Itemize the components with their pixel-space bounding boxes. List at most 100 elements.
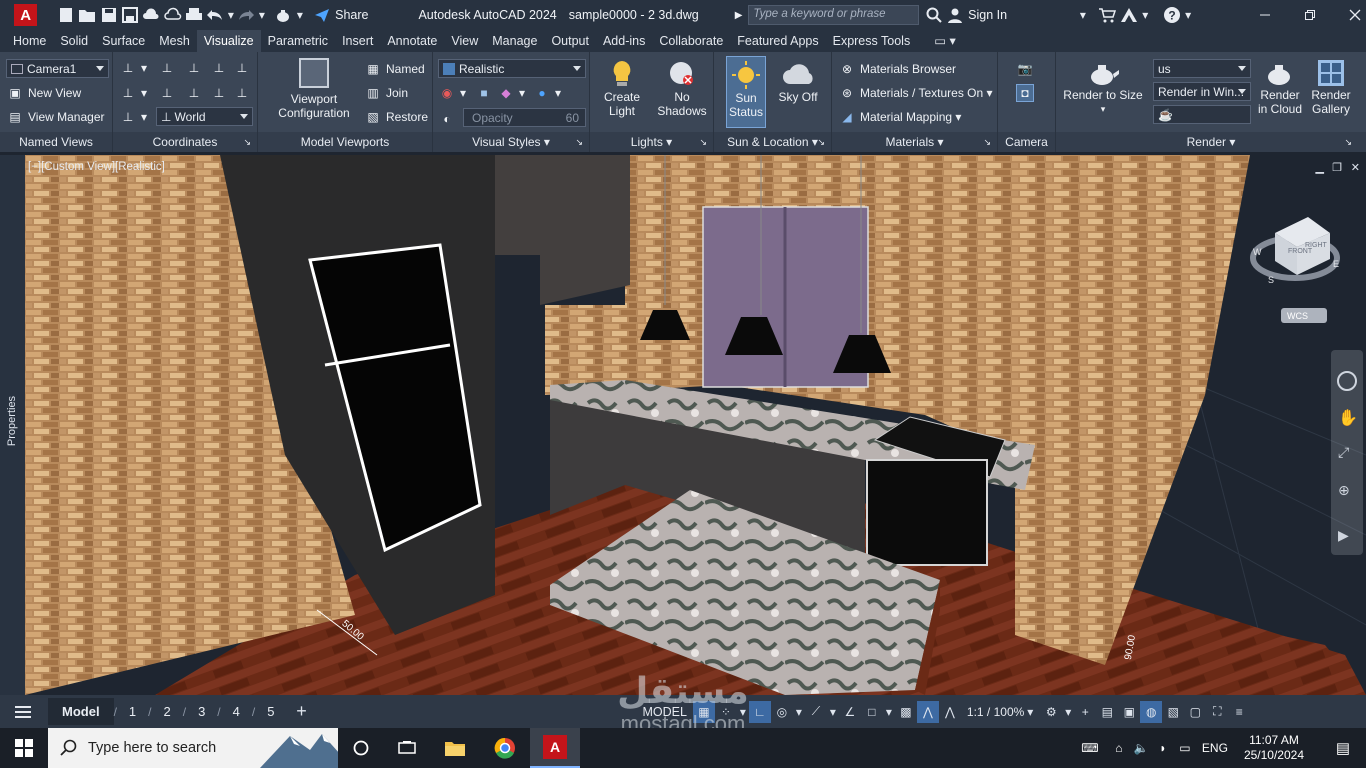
new-view-button[interactable]: ▣ New View: [6, 84, 81, 102]
visual-styles-launcher-icon[interactable]: ↘: [575, 132, 583, 152]
scale-dropdown-icon[interactable]: ▾: [1024, 701, 1036, 723]
named-viewports-button[interactable]: ▦ Named: [364, 60, 424, 78]
undo-dropdown-icon[interactable]: ▾: [226, 4, 236, 26]
cloud-open-icon[interactable]: [141, 4, 162, 26]
ucs-object-button[interactable]: ⊥: [185, 84, 207, 102]
autocad-taskbar-icon[interactable]: A: [530, 728, 580, 768]
tab-add-ins[interactable]: Add-ins: [596, 30, 652, 52]
tab-annotate[interactable]: Annotate: [380, 30, 444, 52]
taskbar-search-box[interactable]: Type here to search: [48, 728, 338, 768]
tab-output[interactable]: Output: [544, 30, 596, 52]
ucs-zaxis-button[interactable]: ⊥: [233, 84, 255, 102]
viewport-restore-icon[interactable]: ❐: [1332, 161, 1342, 174]
shadows-button[interactable]: ■: [475, 84, 497, 102]
materials-textures-button[interactable]: ⊛ Materials / Textures On ▾: [838, 84, 993, 102]
properties-palette-strip[interactable]: Properties: [0, 155, 25, 695]
sun-launcher-icon[interactable]: ↘: [817, 132, 825, 152]
sign-in-button[interactable]: Sign In: [968, 8, 1007, 22]
render-environment-field[interactable]: ☕: [1153, 105, 1251, 124]
restore-viewports-button[interactable]: ▧ Restore: [364, 108, 428, 126]
visual-style-select[interactable]: Realistic: [438, 59, 586, 78]
tab-mesh[interactable]: Mesh: [152, 30, 197, 52]
keyboard-icon[interactable]: ⌨: [1076, 741, 1104, 755]
close-icon[interactable]: [1345, 4, 1366, 26]
no-shadows-button[interactable]: No Shadows: [652, 58, 712, 118]
model-viewport[interactable]: FRONT RIGHT S E W WCS ✋ ⤢ ⊕ ▶ [−][Custom…: [25, 155, 1366, 695]
material-mapping-button[interactable]: ◢ Material Mapping ▾: [838, 108, 961, 126]
tab-parametric[interactable]: Parametric: [261, 30, 335, 52]
ucs-z-button[interactable]: ⊥: [233, 59, 255, 77]
edge-effects-button[interactable]: ◆ ▾: [497, 84, 525, 102]
render-launcher-icon[interactable]: ↘: [1344, 132, 1352, 152]
fullscreen-icon[interactable]: ⛶: [1206, 701, 1228, 723]
teapot-icon[interactable]: [273, 4, 294, 26]
auto-scale-icon[interactable]: ⋀: [939, 701, 961, 723]
tab-featured-apps[interactable]: Featured Apps: [730, 30, 825, 52]
tab-home[interactable]: Home: [6, 30, 53, 52]
help-icon[interactable]: ?: [1161, 4, 1182, 26]
notification-center-icon[interactable]: ▤: [1328, 739, 1358, 757]
view-manager-button[interactable]: ▤ View Manager: [6, 108, 104, 126]
layout-tab-5[interactable]: 5: [255, 704, 286, 719]
lights-launcher-icon[interactable]: ↘: [699, 132, 707, 152]
panel-launcher-icon[interactable]: ↘: [243, 132, 251, 152]
create-camera-button[interactable]: 📷: [1016, 60, 1038, 78]
user-icon[interactable]: [945, 4, 966, 26]
save-icon[interactable]: [98, 4, 119, 26]
chrome-icon[interactable]: [480, 728, 530, 768]
polar-icon[interactable]: ◎: [771, 701, 793, 723]
network-icon[interactable]: ⌂: [1108, 741, 1130, 755]
tab-visualize[interactable]: Visualize: [196, 30, 261, 52]
isolate-objects-icon[interactable]: ◍: [1140, 700, 1163, 723]
layout-tab-1[interactable]: 1: [117, 704, 148, 719]
clean-screen-icon[interactable]: ▢: [1184, 701, 1206, 723]
tab-manage[interactable]: Manage: [485, 30, 544, 52]
ucs-named-button[interactable]: ⊥ ▾: [119, 108, 147, 126]
render-preset-select[interactable]: us: [1153, 59, 1251, 78]
ucs-x-button[interactable]: ⊥: [185, 59, 207, 77]
wifi-icon[interactable]: ◗: [1152, 741, 1174, 755]
viewport-configuration-button[interactable]: Viewport Configuration: [264, 58, 364, 120]
customization-menu-icon[interactable]: ≡: [1228, 701, 1250, 723]
properties-palette-label[interactable]: Properties: [6, 383, 18, 459]
help-dropdown-icon[interactable]: ▾: [1182, 4, 1194, 26]
annotation-scale-select[interactable]: 1:1 / 100%: [967, 705, 1024, 719]
orbit-icon[interactable]: ⊕: [1338, 483, 1350, 499]
ucs-3point-button[interactable]: ⊥: [158, 59, 180, 77]
create-light-button[interactable]: Create Light: [594, 58, 650, 118]
render-gallery-button[interactable]: Render Gallery: [1306, 58, 1356, 116]
object-snap-icon[interactable]: □: [861, 701, 883, 723]
undo-icon[interactable]: [205, 4, 226, 26]
viewport-minimize-icon[interactable]: ▁: [1316, 161, 1324, 174]
tab-surface[interactable]: Surface: [95, 30, 152, 52]
save-as-icon[interactable]: [119, 4, 140, 26]
a360-dropdown-icon[interactable]: ▾: [1139, 4, 1151, 26]
search-input[interactable]: Type a keyword or phrase: [748, 5, 920, 25]
share-button[interactable]: Share: [335, 8, 368, 22]
annotation-visibility-icon[interactable]: ⋀: [916, 700, 939, 723]
restore-icon[interactable]: [1299, 4, 1320, 26]
viewport-label[interactable]: [−][Custom View][Realistic]: [28, 161, 165, 173]
render-in-select[interactable]: Render in Win...: [1153, 82, 1251, 101]
polar-dropdown-icon[interactable]: ▾: [793, 701, 805, 723]
workspace-gear-icon[interactable]: ⚙: [1040, 701, 1062, 723]
annotation-monitor-icon[interactable]: +: [1074, 701, 1096, 723]
join-viewports-button[interactable]: ▥ Join: [364, 84, 408, 102]
pan-icon[interactable]: ✋: [1338, 408, 1358, 427]
ucs-y-button[interactable]: ⊥: [210, 59, 232, 77]
plot-icon[interactable]: [183, 4, 204, 26]
battery-icon[interactable]: ▭: [1174, 741, 1196, 755]
add-layout-icon[interactable]: +: [290, 701, 312, 723]
showmotion-icon[interactable]: ▶: [1338, 528, 1349, 544]
windows-start-icon[interactable]: [0, 728, 48, 768]
opacity-toggle[interactable]: ◐: [438, 110, 460, 128]
autocad-logo-button[interactable]: A: [14, 4, 38, 26]
kitchen-3d-scene[interactable]: FRONT RIGHT S E W WCS ✋ ⤢ ⊕ ▶: [25, 155, 1366, 695]
object-snap-tracking-icon[interactable]: ∠: [839, 701, 861, 723]
layout-menu-icon[interactable]: [12, 701, 34, 723]
sun-status-button[interactable]: Sun Status: [726, 56, 766, 128]
workspace-dropdown-icon[interactable]: ▾: [1062, 701, 1074, 723]
search-expand-icon[interactable]: ▶: [735, 10, 743, 21]
language-indicator[interactable]: ENG: [1202, 741, 1228, 755]
open-folder-icon[interactable]: [77, 4, 98, 26]
